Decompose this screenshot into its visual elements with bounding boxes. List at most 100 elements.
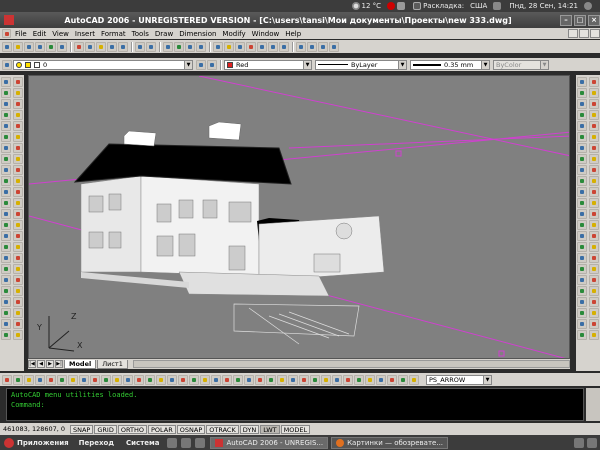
- right-tool-icon[interactable]: [589, 165, 599, 175]
- left-tool-icon[interactable]: [13, 286, 23, 296]
- bottom-tool-icon[interactable]: [299, 374, 309, 385]
- lwt-toggle[interactable]: LWT: [260, 424, 280, 434]
- lineweight-combo[interactable]: 0.35 mm ▼: [410, 59, 490, 70]
- menu-format[interactable]: Format: [98, 30, 129, 38]
- right-tool-icon[interactable]: [589, 99, 599, 109]
- left-tool-icon[interactable]: [1, 286, 11, 296]
- command-prompt[interactable]: Command:: [11, 401, 579, 409]
- right-tool-icon[interactable]: [577, 187, 587, 197]
- left-tool-icon[interactable]: [1, 187, 11, 197]
- grip-marker[interactable]: [498, 350, 505, 357]
- zoom-realtime-icon[interactable]: [174, 41, 184, 52]
- bottom-tool-icon[interactable]: [90, 374, 100, 385]
- bottom-tool-icon[interactable]: [376, 374, 386, 385]
- ortho-toggle[interactable]: ORTHO: [117, 424, 147, 434]
- bottom-tool-icon[interactable]: [57, 374, 67, 385]
- bottom-tool-icon[interactable]: [13, 374, 23, 385]
- launcher-icon[interactable]: [195, 437, 206, 448]
- minimize-button[interactable]: –: [560, 14, 572, 26]
- copy-icon[interactable]: [85, 41, 95, 52]
- bottom-tool-icon[interactable]: [255, 374, 265, 385]
- right-tool-icon[interactable]: [577, 231, 587, 241]
- left-tool-icon[interactable]: [13, 132, 23, 142]
- design-center-icon[interactable]: [224, 41, 234, 52]
- left-tool-icon[interactable]: [13, 99, 23, 109]
- left-tool-icon[interactable]: [1, 330, 11, 340]
- mail-icon[interactable]: [397, 2, 406, 10]
- bottom-tool-icon[interactable]: [288, 374, 298, 385]
- bottom-tool-icon[interactable]: [398, 374, 408, 385]
- left-tool-icon[interactable]: [1, 99, 11, 109]
- doc-minimize-button[interactable]: [568, 29, 578, 38]
- bottom-tool-icon[interactable]: [266, 374, 276, 385]
- right-tool-icon[interactable]: [577, 132, 587, 142]
- left-tool-icon[interactable]: [1, 176, 11, 186]
- match-properties-icon[interactable]: [107, 41, 117, 52]
- right-tool-icon[interactable]: [577, 286, 587, 296]
- tab-last-button[interactable]: ▶|: [55, 360, 63, 368]
- left-tool-icon[interactable]: [1, 297, 11, 307]
- left-tool-icon[interactable]: [13, 308, 23, 318]
- left-tool-icon[interactable]: [1, 209, 11, 219]
- right-tool-icon[interactable]: [577, 253, 587, 263]
- right-tool-icon[interactable]: [589, 110, 599, 120]
- left-tool-icon[interactable]: [13, 330, 23, 340]
- plot-icon[interactable]: [35, 41, 45, 52]
- left-tool-icon[interactable]: [1, 275, 11, 285]
- make-layer-current-icon[interactable]: [196, 59, 206, 70]
- tool-palettes-icon[interactable]: [235, 41, 245, 52]
- right-tool-icon[interactable]: [577, 154, 587, 164]
- color-combo[interactable]: Red ▼: [224, 59, 312, 70]
- new-file-icon[interactable]: [2, 41, 12, 52]
- right-tool-icon[interactable]: [589, 187, 599, 197]
- bottom-tool-icon[interactable]: [134, 374, 144, 385]
- plot-preview-icon[interactable]: [46, 41, 56, 52]
- left-tool-icon[interactable]: [13, 220, 23, 230]
- chevron-down-icon[interactable]: ▼: [303, 60, 311, 69]
- save-icon[interactable]: [24, 41, 34, 52]
- launcher-icon[interactable]: [167, 437, 178, 448]
- left-tool-icon[interactable]: [1, 143, 11, 153]
- properties-icon[interactable]: [213, 41, 223, 52]
- bottom-tool-icon[interactable]: [101, 374, 111, 385]
- left-tool-icon[interactable]: [1, 220, 11, 230]
- bottom-tool-icon[interactable]: [24, 374, 34, 385]
- session-menu[interactable]: [584, 2, 594, 10]
- task-browser[interactable]: Картинки — обозревате...: [331, 436, 449, 449]
- applications-menu[interactable]: Приложения: [0, 437, 73, 448]
- bottom-tool-icon[interactable]: [233, 374, 243, 385]
- left-tool-icon[interactable]: [13, 253, 23, 263]
- launcher-icon[interactable]: [181, 437, 192, 448]
- right-tool-icon[interactable]: [577, 264, 587, 274]
- left-tool-icon[interactable]: [1, 198, 11, 208]
- bottom-tool-icon[interactable]: [332, 374, 342, 385]
- right-tool-icon[interactable]: [577, 99, 587, 109]
- menu-help[interactable]: Help: [282, 30, 304, 38]
- calculator-icon[interactable]: [268, 41, 278, 52]
- weather-applet[interactable]: 12 °C: [351, 2, 381, 10]
- right-tool-icon[interactable]: [577, 220, 587, 230]
- left-tool-icon[interactable]: [13, 209, 23, 219]
- right-tool-icon[interactable]: [577, 308, 587, 318]
- places-menu[interactable]: Переход: [79, 439, 114, 447]
- menu-insert[interactable]: Insert: [72, 30, 98, 38]
- right-tool-icon[interactable]: [589, 275, 599, 285]
- osnap-toggle[interactable]: OSNAP: [176, 424, 206, 434]
- right-tool-icon[interactable]: [589, 231, 599, 241]
- left-tool-icon[interactable]: [13, 297, 23, 307]
- bottom-tool-icon[interactable]: [244, 374, 254, 385]
- chevron-down-icon[interactable]: ▼: [481, 60, 489, 69]
- clock[interactable]: Пнд, 28 Сен, 14:21: [509, 2, 578, 10]
- left-tool-icon[interactable]: [1, 231, 11, 241]
- right-tool-icon[interactable]: [577, 77, 587, 87]
- zoom-previous-icon[interactable]: [196, 41, 206, 52]
- autocad-app-icon[interactable]: [4, 15, 14, 25]
- bottom-tool-icon[interactable]: [35, 374, 45, 385]
- right-tool-icon[interactable]: [589, 198, 599, 208]
- right-tool-icon[interactable]: [589, 242, 599, 252]
- help-icon[interactable]: [279, 41, 289, 52]
- right-tool-icon[interactable]: [589, 286, 599, 296]
- bottom-tool-icon[interactable]: [2, 374, 12, 385]
- power-applet[interactable]: [493, 2, 503, 10]
- left-tool-icon[interactable]: [13, 154, 23, 164]
